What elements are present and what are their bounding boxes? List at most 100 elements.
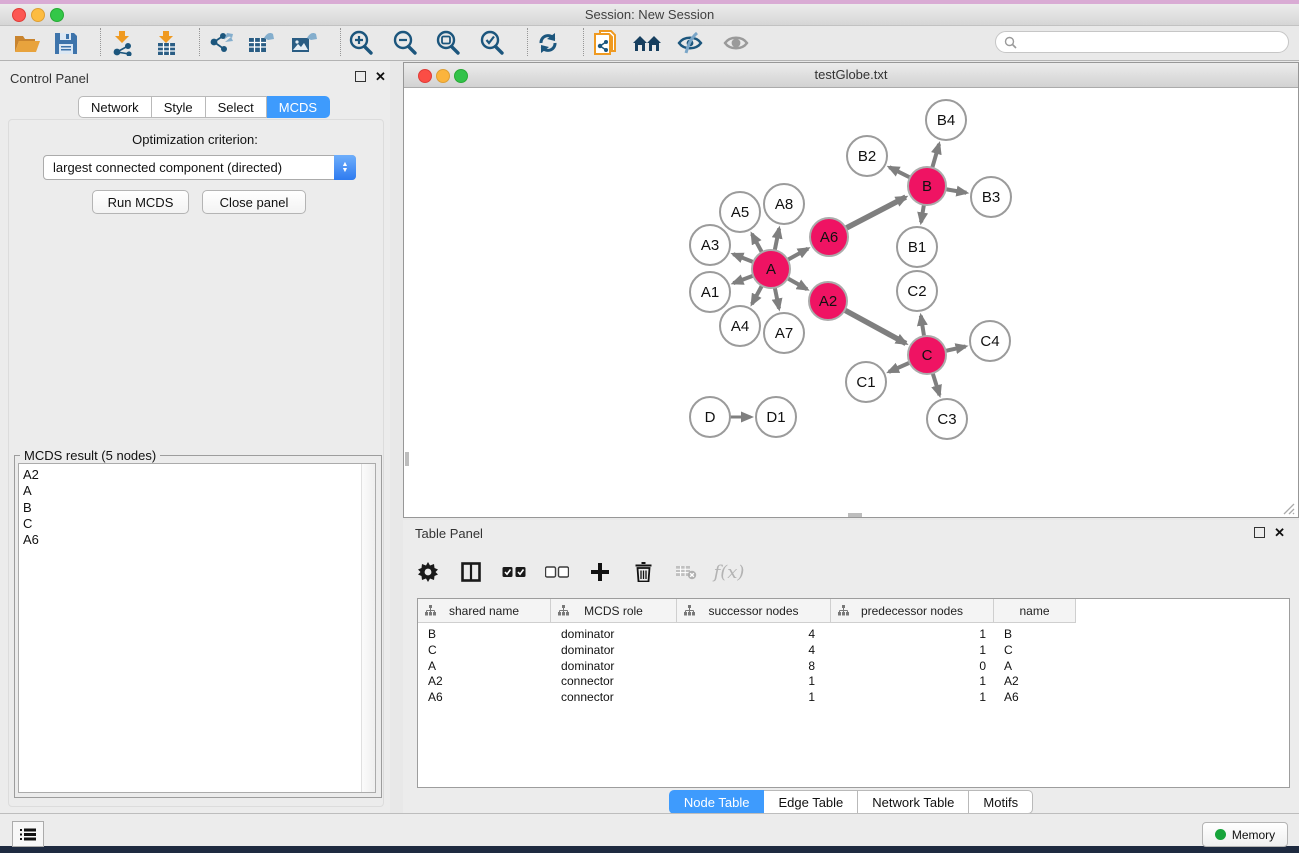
network-zoom-button[interactable] <box>454 69 468 83</box>
delete-table-icon[interactable] <box>673 559 699 585</box>
table-row-C[interactable]: Cdominator41C <box>418 642 1076 658</box>
cell-predecessor-nodes[interactable]: 1 <box>831 643 994 657</box>
horizontal-scroll-nub[interactable] <box>848 513 862 517</box>
zoom-fit-icon[interactable] <box>430 28 466 58</box>
mcds-result-item[interactable]: A6 <box>19 532 375 548</box>
cell-MCDS-role[interactable]: dominator <box>551 643 677 657</box>
cell-shared-name[interactable]: A <box>418 659 551 673</box>
cell-MCDS-role[interactable]: dominator <box>551 627 677 641</box>
network-minimize-button[interactable] <box>436 69 450 83</box>
cell-name[interactable]: B <box>994 627 1076 641</box>
column-header-name[interactable]: name <box>994 599 1076 622</box>
cell-name[interactable]: A6 <box>994 690 1076 704</box>
table-options-icon[interactable] <box>415 559 441 585</box>
search-field[interactable] <box>995 31 1289 53</box>
zoom-in-icon[interactable] <box>343 28 379 58</box>
minimize-window-button[interactable] <box>31 8 45 22</box>
mcds-result-item[interactable]: A2 <box>19 467 375 483</box>
show-graphics-icon[interactable] <box>718 28 754 58</box>
show-panels-button[interactable] <box>12 821 44 847</box>
export-image-icon[interactable] <box>286 28 322 58</box>
save-session-icon[interactable] <box>48 28 84 58</box>
cell-name[interactable]: A <box>994 659 1076 673</box>
cell-predecessor-nodes[interactable]: 1 <box>831 690 994 704</box>
clone-network-icon[interactable] <box>588 28 624 58</box>
zoom-out-icon[interactable] <box>387 28 423 58</box>
network-view-window: testGlobe.txt B4B2BB3A8A5A6B1A3AC2A1A2A4… <box>403 62 1299 518</box>
zoom-selected-icon[interactable] <box>474 28 510 58</box>
cell-predecessor-nodes[interactable]: 0 <box>831 659 994 673</box>
table-row-B[interactable]: Bdominator41B <box>418 626 1076 642</box>
cell-predecessor-nodes[interactable]: 1 <box>831 627 994 641</box>
cell-successor-nodes[interactable]: 1 <box>677 690 831 704</box>
network-window-titlebar[interactable]: testGlobe.txt <box>404 63 1298 88</box>
cell-shared-name[interactable]: A6 <box>418 690 551 704</box>
node-table[interactable]: shared nameMCDS rolesuccessor nodesprede… <box>417 598 1290 788</box>
tab-style[interactable]: Style <box>152 96 206 118</box>
result-scrollbar[interactable] <box>361 464 375 792</box>
search-input[interactable] <box>1017 34 1271 50</box>
export-network-icon[interactable] <box>202 28 238 58</box>
cell-MCDS-role[interactable]: connector <box>551 690 677 704</box>
hide-graphics-icon[interactable] <box>672 28 708 58</box>
tab-mcds[interactable]: MCDS <box>267 96 330 118</box>
cell-shared-name[interactable]: A2 <box>418 674 551 688</box>
vertical-scroll-nub[interactable] <box>405 452 409 466</box>
mcds-result-item[interactable]: A <box>19 483 375 499</box>
table-row-A2[interactable]: A2connector11A2 <box>418 673 1076 689</box>
delete-row-icon[interactable] <box>630 559 656 585</box>
mcds-result-list[interactable]: A2ABCA6 <box>18 463 376 793</box>
column-header-predecessor-nodes[interactable]: predecessor nodes <box>831 599 994 622</box>
network-close-button[interactable] <box>418 69 432 83</box>
close-panel-button[interactable]: Close panel <box>202 190 306 214</box>
import-table-icon[interactable] <box>148 28 184 58</box>
refresh-view-icon[interactable] <box>530 28 566 58</box>
open-session-icon[interactable] <box>9 28 45 58</box>
close-panel-icon[interactable]: ✕ <box>375 71 386 82</box>
tab-node-table[interactable]: Node Table <box>669 790 765 814</box>
column-header-MCDS-role[interactable]: MCDS role <box>551 599 677 622</box>
cell-successor-nodes[interactable]: 1 <box>677 674 831 688</box>
mcds-result-item[interactable]: C <box>19 516 375 532</box>
cell-name[interactable]: C <box>994 643 1076 657</box>
cell-name[interactable]: A2 <box>994 674 1076 688</box>
network-graph[interactable]: B4B2BB3A8A5A6B1A3AC2A1A2A4A7C4CC1C3DD1 <box>405 88 1297 517</box>
show-columns-icon[interactable] <box>458 559 484 585</box>
float-panel-icon[interactable] <box>1254 527 1265 538</box>
network-canvas[interactable]: B4B2BB3A8A5A6B1A3AC2A1A2A4A7C4CC1C3DD1 <box>405 88 1297 517</box>
node-label-A: A <box>766 261 776 278</box>
select-all-icon[interactable] <box>501 559 527 585</box>
criterion-select[interactable]: largest connected component (directed) ▲… <box>43 155 356 180</box>
import-network-icon[interactable] <box>104 28 140 58</box>
cell-MCDS-role[interactable]: dominator <box>551 659 677 673</box>
tab-network[interactable]: Network <box>78 96 152 118</box>
column-header-shared-name[interactable]: shared name <box>418 599 551 622</box>
cell-successor-nodes[interactable]: 4 <box>677 627 831 641</box>
tab-select[interactable]: Select <box>206 96 267 118</box>
zoom-window-button[interactable] <box>50 8 64 22</box>
cell-shared-name[interactable]: B <box>418 627 551 641</box>
apply-function-icon[interactable]: f(x) <box>716 559 742 585</box>
table-row-A[interactable]: Adominator80A <box>418 658 1076 674</box>
run-mcds-button[interactable]: Run MCDS <box>92 190 189 214</box>
unselect-all-icon[interactable] <box>544 559 570 585</box>
cell-shared-name[interactable]: C <box>418 643 551 657</box>
cell-MCDS-role[interactable]: connector <box>551 674 677 688</box>
cell-predecessor-nodes[interactable]: 1 <box>831 674 994 688</box>
mcds-result-item[interactable]: B <box>19 500 375 516</box>
tab-network-table[interactable]: Network Table <box>858 790 969 814</box>
tab-motifs[interactable]: Motifs <box>969 790 1033 814</box>
export-table-icon[interactable] <box>243 28 279 58</box>
resize-grip-icon[interactable] <box>1281 501 1295 515</box>
add-row-icon[interactable] <box>587 559 613 585</box>
float-panel-icon[interactable] <box>355 71 366 82</box>
tab-edge-table[interactable]: Edge Table <box>764 790 858 814</box>
cell-successor-nodes[interactable]: 4 <box>677 643 831 657</box>
close-panel-icon[interactable]: ✕ <box>1274 527 1285 538</box>
table-row-A6[interactable]: A6connector11A6 <box>418 689 1076 705</box>
apply-layout-icon[interactable] <box>629 28 665 58</box>
close-window-button[interactable] <box>12 8 26 22</box>
column-header-successor-nodes[interactable]: successor nodes <box>677 599 831 622</box>
cell-successor-nodes[interactable]: 8 <box>677 659 831 673</box>
memory-button[interactable]: Memory <box>1202 822 1288 847</box>
